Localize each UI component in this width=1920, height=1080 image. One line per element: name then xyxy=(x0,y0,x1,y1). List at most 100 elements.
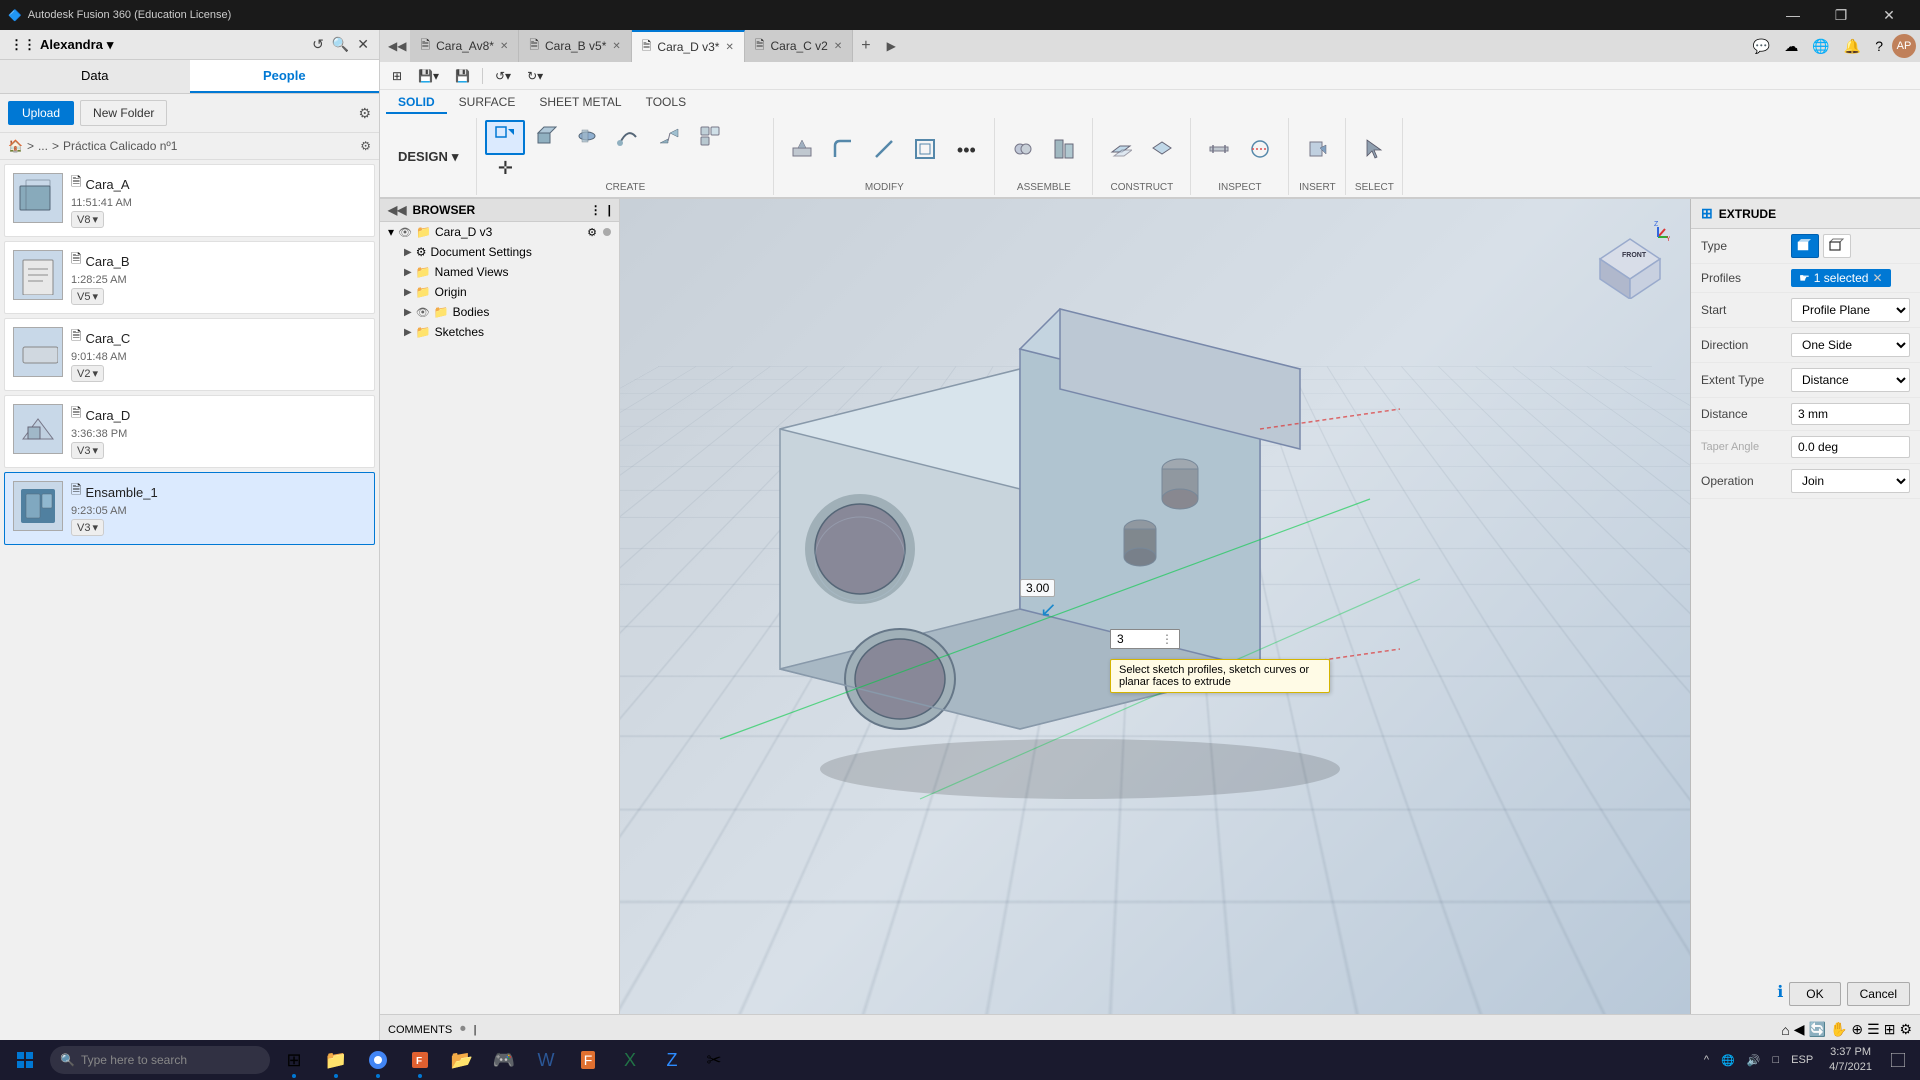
revolve-btn[interactable] xyxy=(567,122,607,153)
sweep-btn[interactable] xyxy=(608,122,648,153)
extent-type-select[interactable]: Distance xyxy=(1791,368,1910,392)
settings-icon[interactable]: ⚙ xyxy=(587,226,597,239)
mode-sheet-metal[interactable]: SHEET METAL xyxy=(527,92,633,114)
taskbar-app-zoom[interactable]: Z xyxy=(652,1040,692,1080)
home-view-icon[interactable]: ⌂ xyxy=(1781,1022,1789,1038)
file-item-cara-c[interactable]: 🗎 Cara_C 9:01:48 AM V2 ▾ xyxy=(4,318,375,391)
tab-close-icon[interactable]: ✕ xyxy=(725,42,733,53)
file-item-cara-a[interactable]: 🗎 Cara_A 11:51:41 AM V8 ▾ xyxy=(4,164,375,237)
surface-type-btn[interactable] xyxy=(1823,234,1851,258)
browser-item-root[interactable]: ▾ 👁 📁 Cara_D v3 ⚙ xyxy=(380,222,619,242)
tab-close-icon[interactable]: ✕ xyxy=(612,41,620,52)
render-mode-icon[interactable]: ☰ xyxy=(1867,1021,1880,1038)
modify-more-btn[interactable]: ••• xyxy=(946,138,986,162)
measure-btn[interactable] xyxy=(1199,135,1239,166)
tab-new-button[interactable]: + xyxy=(853,37,878,55)
extrude-btn[interactable] xyxy=(526,122,566,153)
tab-cara-cv2[interactable]: 🗎 Cara_C v2 ✕ xyxy=(745,30,853,62)
cancel-button[interactable]: Cancel xyxy=(1847,982,1910,1006)
tab-close-icon[interactable]: ✕ xyxy=(834,41,842,52)
tray-network[interactable]: 🌐 xyxy=(1717,1052,1739,1069)
zoom-extent-icon[interactable]: ⊕ xyxy=(1851,1021,1863,1038)
breadcrumb-home[interactable]: 🏠 xyxy=(8,139,23,153)
file-item-cara-d[interactable]: 🗎 Cara_D 3:36:38 PM V3 ▾ xyxy=(4,395,375,468)
refresh-icon[interactable]: ↺ xyxy=(312,36,324,53)
taskbar-app-chrome[interactable] xyxy=(358,1040,398,1080)
file-item-cara-b[interactable]: 🗎 Cara_B 1:28:25 AM V5 ▾ xyxy=(4,241,375,314)
taskbar-app-files[interactable]: 📂 xyxy=(442,1040,482,1080)
ok-button[interactable]: OK xyxy=(1789,982,1840,1006)
info-btn[interactable]: ℹ xyxy=(1777,982,1783,1006)
browser-item-bodies[interactable]: ▶ 👁 📁 Bodies xyxy=(380,302,619,322)
display-settings-icon[interactable]: ⚙ xyxy=(1899,1021,1912,1038)
taskbar-app-orange[interactable]: F xyxy=(568,1040,608,1080)
user-avatar[interactable]: AP xyxy=(1892,34,1916,58)
taskbar-search[interactable]: 🔍 Type here to search xyxy=(50,1046,270,1074)
as-built-btn[interactable] xyxy=(1044,135,1084,166)
browser-pin-icon[interactable]: | xyxy=(608,203,611,217)
cloud-icon[interactable]: ☁ xyxy=(1779,36,1803,57)
browser-item-doc-settings[interactable]: ▶ ⚙ Document Settings xyxy=(380,242,619,262)
shell-btn[interactable] xyxy=(905,135,945,166)
loft-btn[interactable] xyxy=(649,122,689,153)
save-dropdown-btn[interactable]: 💾▾ xyxy=(412,67,445,85)
joint-btn[interactable] xyxy=(1003,135,1043,166)
fillet-btn[interactable] xyxy=(823,135,863,166)
taskbar-app-game[interactable]: 🎮 xyxy=(484,1040,524,1080)
user-name[interactable]: ⋮⋮ Alexandra ▾ xyxy=(10,37,113,53)
insert-derived-btn[interactable] xyxy=(1297,135,1337,166)
select-btn[interactable] xyxy=(1354,135,1394,166)
upload-button[interactable]: Upload xyxy=(8,101,74,125)
solid-type-btn[interactable] xyxy=(1791,234,1819,258)
settings-icon[interactable]: ⚙ xyxy=(358,105,371,122)
eye-icon[interactable]: 👁 xyxy=(416,306,430,319)
taper-input[interactable] xyxy=(1791,436,1910,458)
file-item-ensamble[interactable]: 🗎 Ensamble_1 9:23:05 AM V3 ▾ xyxy=(4,472,375,545)
settings-icon[interactable]: 🌐 xyxy=(1807,36,1834,57)
pan-icon[interactable]: ✋ xyxy=(1830,1021,1847,1038)
taskbar-app-word[interactable]: W xyxy=(526,1040,566,1080)
tab-cara-av8[interactable]: 🗎 Cara_Av8* ✕ xyxy=(410,30,519,62)
mode-solid[interactable]: SOLID xyxy=(386,92,447,114)
undo-btn[interactable]: ↺▾ xyxy=(489,67,517,85)
maximize-btn[interactable]: ❐ xyxy=(1818,0,1864,30)
grid-icon[interactable]: ⊞ xyxy=(1884,1021,1896,1038)
taskbar-app-snip[interactable]: ✂ xyxy=(694,1040,734,1080)
notification-panel-btn[interactable] xyxy=(1884,1040,1912,1080)
create-sketch-btn[interactable] xyxy=(485,120,525,155)
profiles-clear-btn[interactable]: ✕ xyxy=(1872,271,1882,285)
move-btn[interactable]: ✛ xyxy=(485,156,525,180)
profiles-selected[interactable]: ☛ 1 selected ✕ xyxy=(1791,269,1891,287)
browser-item-origin[interactable]: ▶ 📁 Origin xyxy=(380,282,619,302)
comments-record-icon[interactable]: ⏺ xyxy=(460,1023,466,1036)
close-btn[interactable]: ✕ xyxy=(1866,0,1912,30)
breadcrumb-settings-icon[interactable]: ⚙ xyxy=(360,139,371,153)
dim-more-icon[interactable]: ⋮ xyxy=(1161,632,1173,646)
chamfer-btn[interactable] xyxy=(864,135,904,166)
start-button[interactable] xyxy=(0,1040,50,1080)
taskbar-app-fusion[interactable]: F xyxy=(400,1040,440,1080)
taskbar-app-excel[interactable]: X xyxy=(610,1040,650,1080)
tray-lang[interactable]: ESP xyxy=(1787,1052,1817,1068)
create-more-btn[interactable] xyxy=(690,122,730,153)
save-btn[interactable]: 💾 xyxy=(449,67,476,85)
new-folder-button[interactable]: New Folder xyxy=(80,100,167,126)
grid-view-btn[interactable]: ⊞ xyxy=(386,67,408,85)
distance-input[interactable] xyxy=(1791,403,1910,425)
tab-close-icon[interactable]: ✕ xyxy=(500,41,508,52)
press-pull-btn[interactable] xyxy=(782,135,822,166)
direction-select[interactable]: One Side xyxy=(1791,333,1910,357)
browser-item-sketches[interactable]: ▶ 📁 Sketches xyxy=(380,322,619,342)
prev-view-icon[interactable]: ◀ xyxy=(1794,1021,1805,1038)
help-icon[interactable]: ? xyxy=(1870,36,1888,56)
offset-plane-btn[interactable] xyxy=(1101,135,1141,166)
redo-btn[interactable]: ↻▾ xyxy=(521,67,549,85)
tray-volume[interactable]: 🔊 xyxy=(1743,1052,1765,1069)
tab-cara-bv5[interactable]: 🗎 Cara_B v5* ✕ xyxy=(519,30,631,62)
operation-select[interactable]: Join xyxy=(1791,469,1910,493)
tab-people[interactable]: People xyxy=(190,60,380,93)
taskbar-app-explorer[interactable]: 📁 xyxy=(316,1040,356,1080)
tab-cara-dv3[interactable]: 🗎 Cara_D v3* ✕ xyxy=(632,30,745,62)
browser-menu-icon[interactable]: ⋮ xyxy=(590,203,602,217)
dimension-input[interactable]: 3 xyxy=(1117,632,1157,646)
